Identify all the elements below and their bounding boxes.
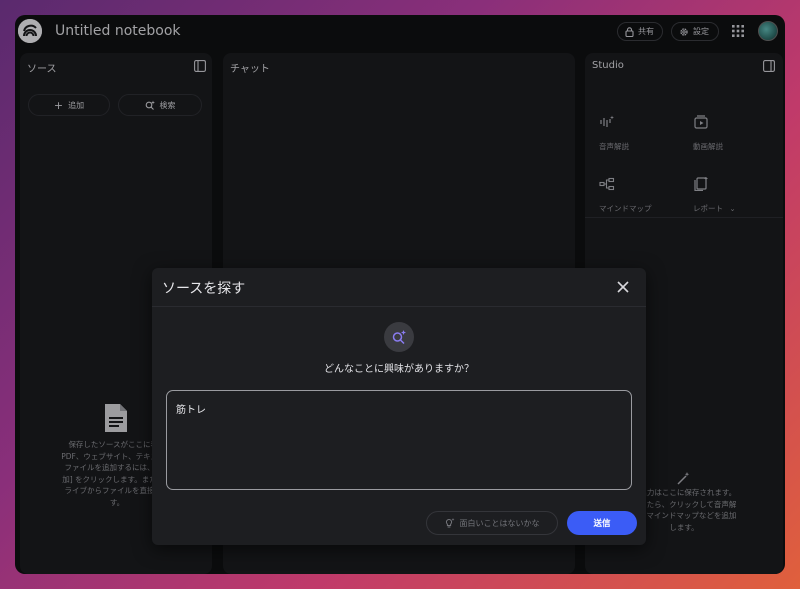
suggest-idea-button[interactable]: 面白いことはないかな: [426, 511, 558, 535]
app-window: Untitled notebook 共有 設定 ソース + 追加 検索 保存した…: [15, 15, 785, 574]
dialog-title: ソースを探す: [162, 281, 246, 297]
search-sparkle-icon: [392, 330, 406, 345]
discover-sparkle-badge: [384, 322, 414, 352]
close-icon[interactable]: [616, 280, 630, 294]
discover-sources-dialog: ソースを探す どんなことに興味がありますか？ 筋トレ 面白いことはないかな 送信: [152, 268, 646, 545]
dialog-question: どんなことに興味がありますか？: [324, 364, 474, 375]
dialog-header: ソースを探す: [152, 268, 646, 307]
lightbulb-sparkle-icon: [445, 518, 454, 528]
send-button[interactable]: 送信: [567, 511, 637, 535]
topic-input[interactable]: 筋トレ: [166, 390, 632, 490]
suggest-idea-label: 面白いことはないかな: [459, 518, 540, 528]
